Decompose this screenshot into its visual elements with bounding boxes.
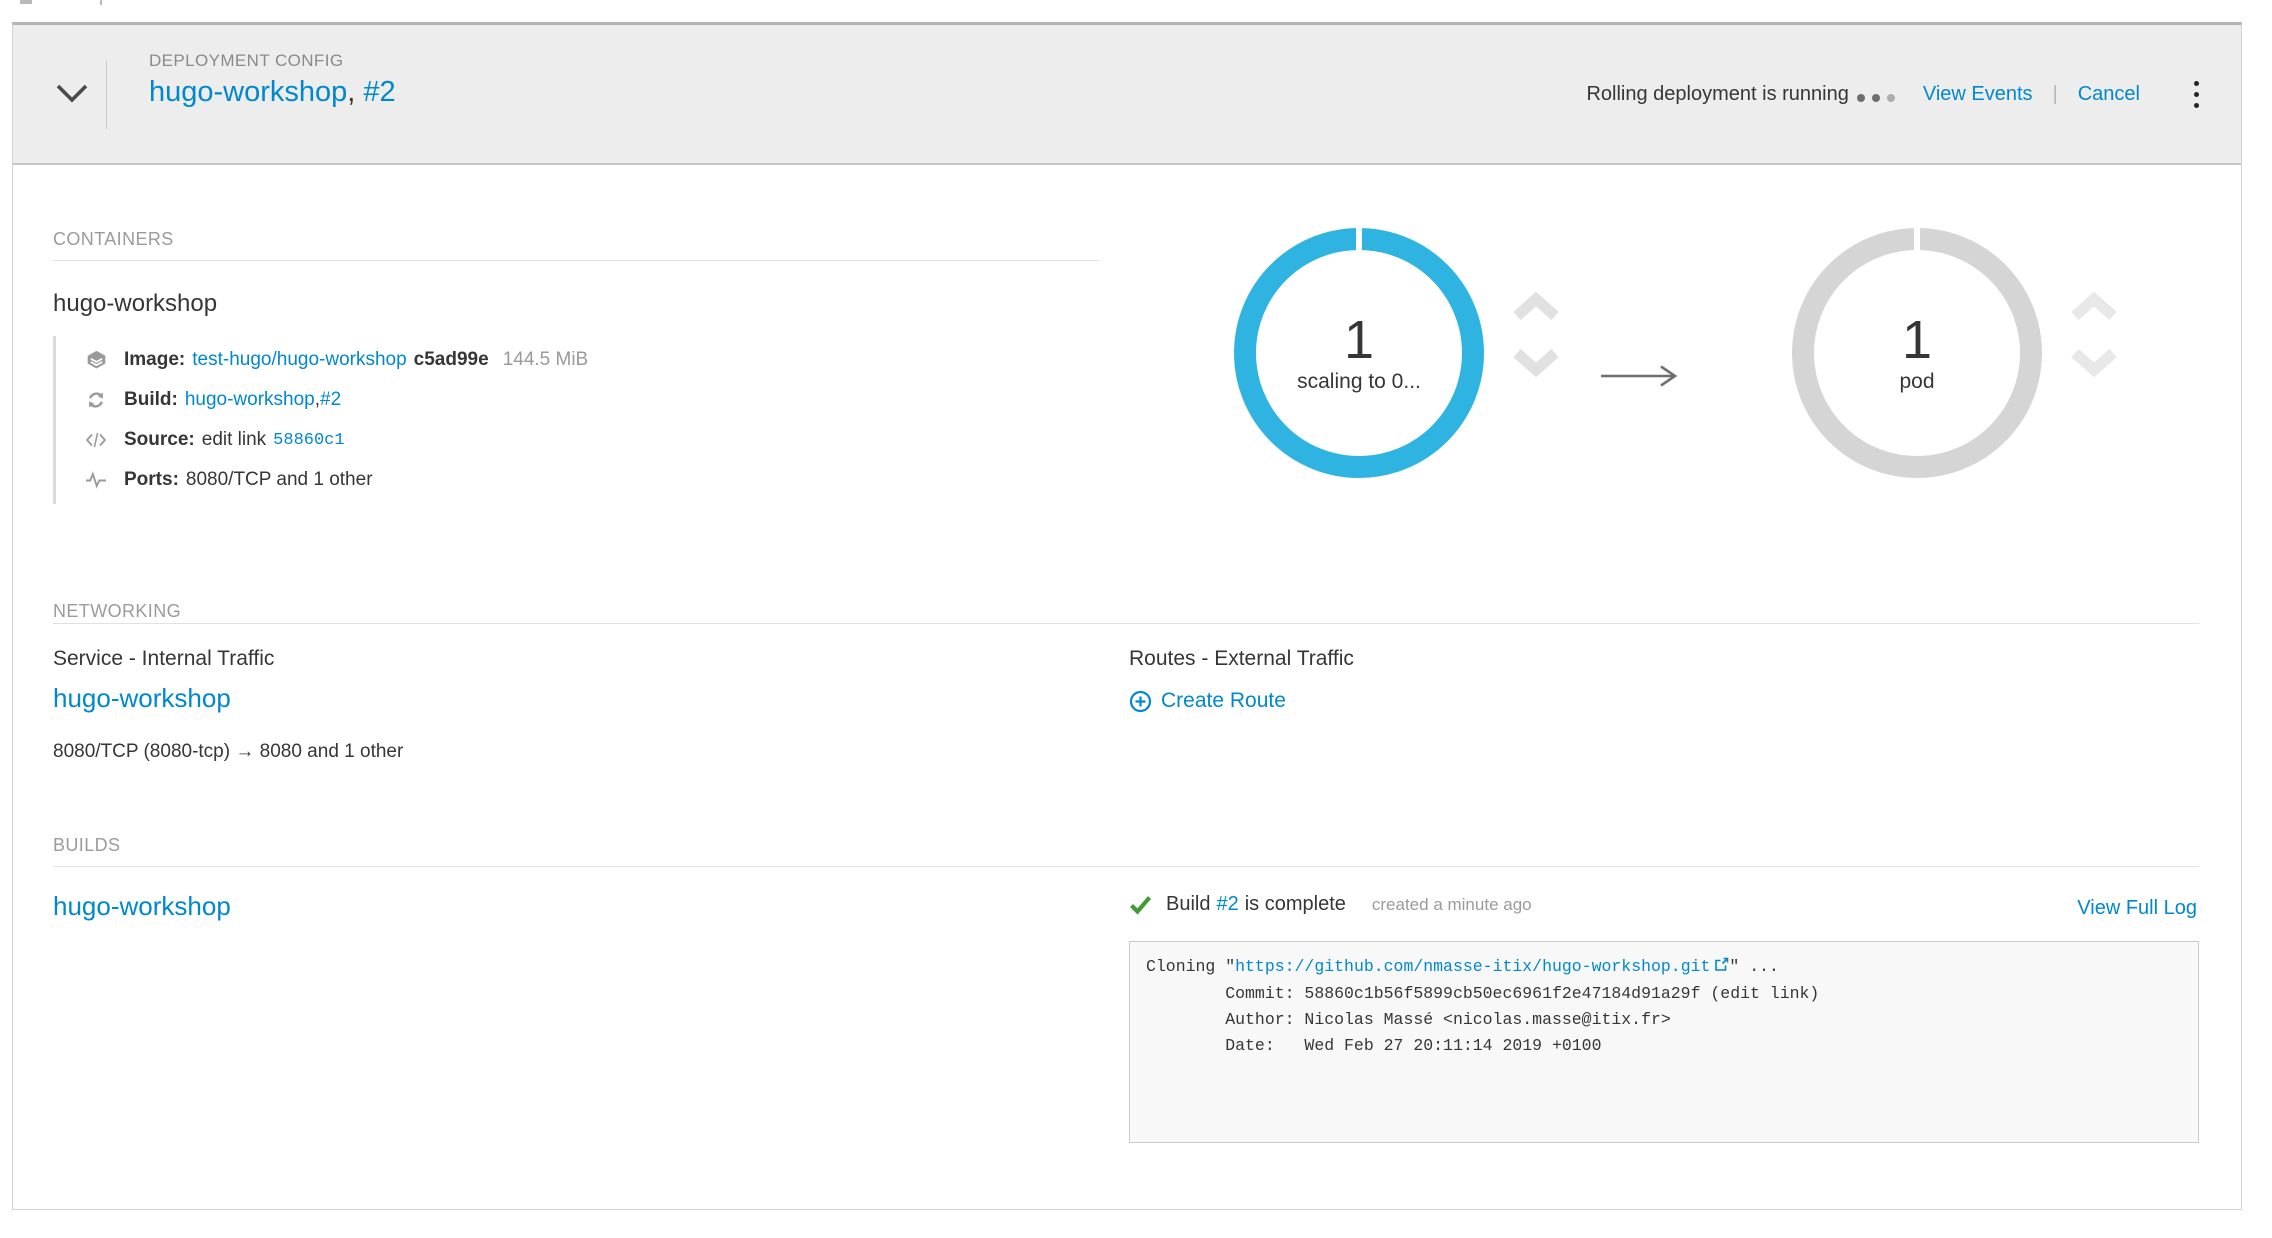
build-config-link[interactable]: hugo-workshop [53,891,231,922]
log-line-date: Date: Wed Feb 27 20:11:14 2019 +0100 [1146,1033,2182,1059]
source-commit-link[interactable]: 58860c1 [273,431,344,450]
chevron-up-icon [1511,309,1561,324]
cancel-deployment-link[interactable]: Cancel [2078,83,2140,106]
deployment-config-panel: DEPLOYMENT CONFIG hugo-workshop, #2 Roll… [12,22,2242,1210]
external-link-icon [1714,955,1729,981]
deployment-config-name-link[interactable]: hugo-workshop [149,76,347,108]
scale-up-button[interactable] [2069,291,2119,324]
deployment-status-text: Rolling deployment is running [1586,83,1848,106]
refresh-icon [84,390,108,410]
git-repo-link[interactable]: https://github.com/nmasse-itix/hugo-work… [1235,957,1710,976]
container-detail-list: Image: test-hugo/hugo-workshop c5ad99e 1… [53,336,588,504]
build-number-link[interactable]: #2 [1216,893,1238,916]
resource-kind-label: DEPLOYMENT CONFIG [149,51,396,71]
networking-divider [53,623,2199,624]
right-arrow-icon [1597,363,1681,394]
service-ports-text: 8080/TCP (8080-tcp) → 8080 and 1 other [53,741,403,763]
image-label: Image: [124,349,185,371]
builds-divider [53,866,2199,867]
log-line-commit: Commit: 58860c1b56f5899cb50ec6961f2e4718… [1146,981,2182,1007]
cropped-fragment [20,0,32,4]
routes-section-title: Routes - External Traffic [1129,647,1354,671]
code-icon [84,431,108,449]
image-layers-icon [84,350,108,370]
panel-header: DEPLOYMENT CONFIG hugo-workshop, #2 Roll… [13,25,2241,165]
source-text: edit link [202,429,266,451]
target-replica-label: pod [1899,370,1934,394]
ports-row: Ports: 8080/TCP and 1 other [84,460,588,500]
circle-plus-icon [1129,690,1152,713]
scale-down-button[interactable] [2069,348,2119,381]
target-replica-count: 1 [1902,312,1932,369]
view-events-link[interactable]: View Events [1923,83,2033,106]
current-replicas-stepper [1511,291,1567,381]
source-label: Source: [124,429,195,451]
cropped-fragment [100,0,102,5]
image-stream-link[interactable]: test-hugo/hugo-workshop [192,349,406,371]
service-section-title: Service - Internal Traffic [53,647,274,671]
builds-heading: BUILDS [53,835,120,856]
build-number-link[interactable]: #2 [320,389,341,411]
log-line-cloning: Cloning "https://github.com/nmasse-itix/… [1146,954,2182,981]
link-divider: | [2053,83,2058,106]
header-actions: Rolling deployment is running View Event… [1586,25,2205,163]
image-sha: c5ad99e [414,349,489,371]
ports-text: 8080/TCP and 1 other [186,469,373,491]
scale-up-button[interactable] [1511,291,1561,324]
target-replicas-stepper [2069,291,2125,381]
kebab-menu-button[interactable] [2188,72,2205,117]
target-replicas-donut: 1 pod [1792,228,2042,478]
containers-divider [53,260,1099,261]
build-status-complete: is complete [1245,893,1346,916]
current-replicas-donut: 1 scaling to 0... [1234,228,1484,478]
container-name: hugo-workshop [53,290,217,318]
view-full-log-link[interactable]: View Full Log [2077,897,2197,920]
page-title: hugo-workshop, #2 [149,76,396,109]
pulse-icon [84,471,108,489]
containers-heading: CONTAINERS [53,229,174,250]
build-status-word: Build [1166,893,1210,916]
image-size: 144.5 MiB [503,349,589,371]
build-label: Build: [124,389,178,411]
build-status-row: Build #2 is complete created a minute ag… [1129,893,1532,916]
chevron-down-icon [1511,366,1561,381]
log-line-author: Author: Nicolas Massé <nicolas.masse@iti… [1146,1007,2182,1033]
networking-heading: NETWORKING [53,601,181,622]
service-link[interactable]: hugo-workshop [53,683,231,714]
source-row: Source: edit link 58860c1 [84,420,588,460]
build-log-snippet: Cloning "https://github.com/nmasse-itix/… [1129,941,2199,1143]
header-divider [106,61,107,129]
chevron-down-icon [2069,366,2119,381]
create-route-link[interactable]: Create Route [1161,689,1286,713]
build-config-link[interactable]: hugo-workshop [185,389,315,411]
collapse-toggle-button[interactable] [49,73,95,115]
current-replica-count: 1 [1344,312,1374,369]
title-block: DEPLOYMENT CONFIG hugo-workshop, #2 [149,51,396,109]
ports-label: Ports: [124,469,179,491]
image-row: Image: test-hugo/hugo-workshop c5ad99e 1… [84,340,588,380]
chevron-up-icon [2069,309,2119,324]
chevron-down-icon [55,82,89,107]
scale-down-button[interactable] [1511,348,1561,381]
title-separator: , [347,76,363,108]
check-icon [1129,893,1152,916]
loading-ellipsis-icon [1857,94,1895,102]
create-route-action: Create Route [1129,689,1286,713]
build-row: Build: hugo-workshop, #2 [84,380,588,420]
build-created-timestamp: created a minute ago [1372,895,1532,915]
deployment-version-link[interactable]: #2 [363,76,395,108]
current-replica-label: scaling to 0... [1297,370,1421,394]
